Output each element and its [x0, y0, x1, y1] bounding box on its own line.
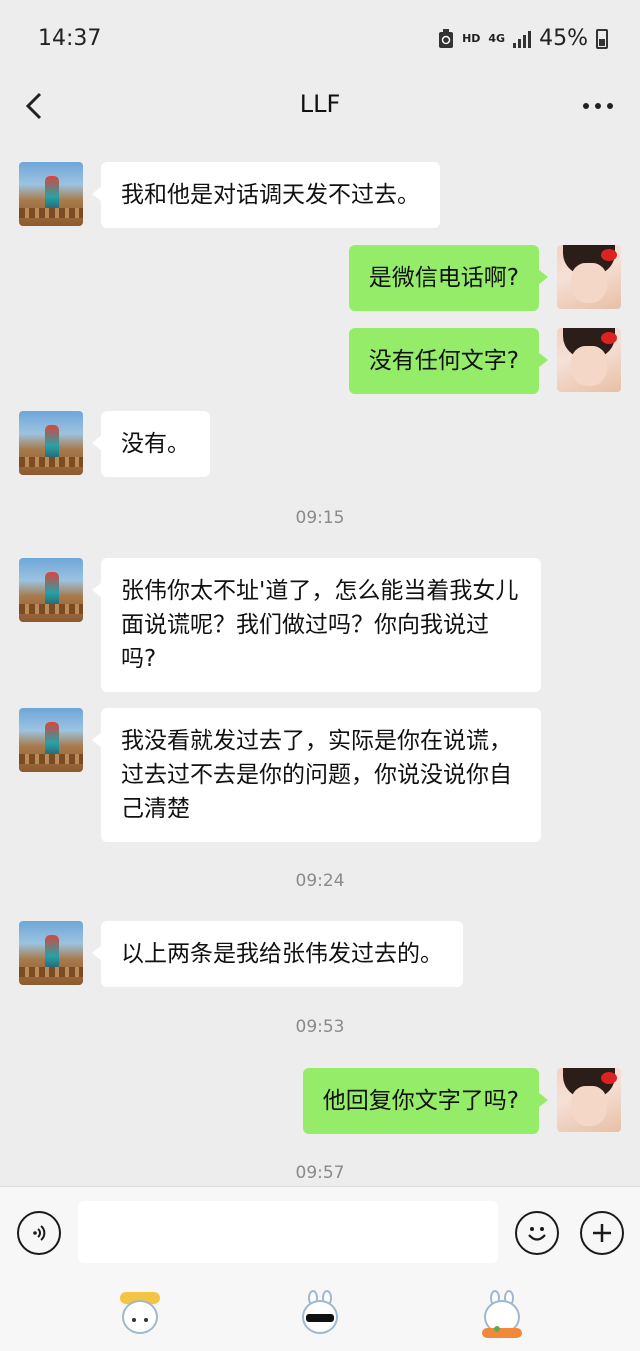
signal-icon [513, 30, 532, 48]
message-bubble[interactable]: 没有。 [92, 411, 210, 477]
message-input[interactable] [78, 1201, 498, 1263]
message-bubble[interactable]: 没有任何文字? [348, 328, 549, 394]
battery-percent: 45% [539, 26, 588, 51]
my-avatar[interactable] [557, 245, 621, 309]
message-timestamp: 09:15 [295, 508, 345, 528]
sticker-bunny-sunglasses-icon[interactable] [296, 1290, 344, 1338]
message-bubble[interactable]: 他回复你文字了吗? [302, 1068, 549, 1134]
voice-icon[interactable] [17, 1211, 61, 1255]
status-time: 14:37 [38, 26, 102, 51]
my-avatar[interactable] [557, 1068, 621, 1132]
message-bubble[interactable]: 是微信电话啊? [348, 245, 549, 311]
recycle-icon [439, 28, 454, 48]
emoji-icon[interactable] [515, 1211, 559, 1255]
network-label: 4G [488, 32, 506, 45]
message-bubble[interactable]: 张伟你太不址'道了，怎么能当着我女儿面说谎呢？我们做过吗？你向我说过吗? [92, 558, 541, 692]
message-list[interactable]: 我和他是对话调天发不过去。 是微信电话啊? 没有任何文字? 没有。 09:15 … [0, 134, 640, 1186]
my-avatar[interactable] [557, 328, 621, 392]
message-bubble[interactable]: 我没看就发过去了，实际是你在说谎，过去过不去是你的问题，你说没说你自己清楚 [92, 708, 541, 842]
message-timestamp: 09:53 [295, 1017, 345, 1037]
sticker-bar [0, 1276, 640, 1351]
message-bubble[interactable]: 我和他是对话调天发不过去。 [92, 162, 440, 228]
more-dots-icon[interactable] [582, 92, 614, 112]
chat-header: LLF [0, 78, 640, 134]
contact-avatar[interactable] [19, 558, 83, 622]
contact-avatar[interactable] [19, 921, 83, 985]
sticker-bunny-carrot-icon[interactable] [478, 1290, 526, 1338]
contact-avatar[interactable] [19, 708, 83, 772]
chat-title: LLF [299, 90, 341, 118]
message-timestamp: 09:24 [295, 871, 345, 891]
status-icons: HD 4G 45% [438, 26, 608, 51]
contact-avatar[interactable] [19, 411, 83, 475]
message-timestamp: 09:57 [295, 1163, 345, 1183]
message-bubble[interactable]: 以上两条是我给张伟发过去的。 [92, 921, 463, 987]
plus-icon[interactable] [580, 1211, 624, 1255]
hd-label: HD [462, 32, 481, 45]
battery-icon [596, 28, 608, 49]
sticker-bunny-bow-icon[interactable] [116, 1290, 164, 1338]
input-bar [0, 1186, 640, 1276]
contact-avatar[interactable] [19, 162, 83, 226]
status-bar: 14:37 HD 4G 45% [0, 0, 640, 78]
